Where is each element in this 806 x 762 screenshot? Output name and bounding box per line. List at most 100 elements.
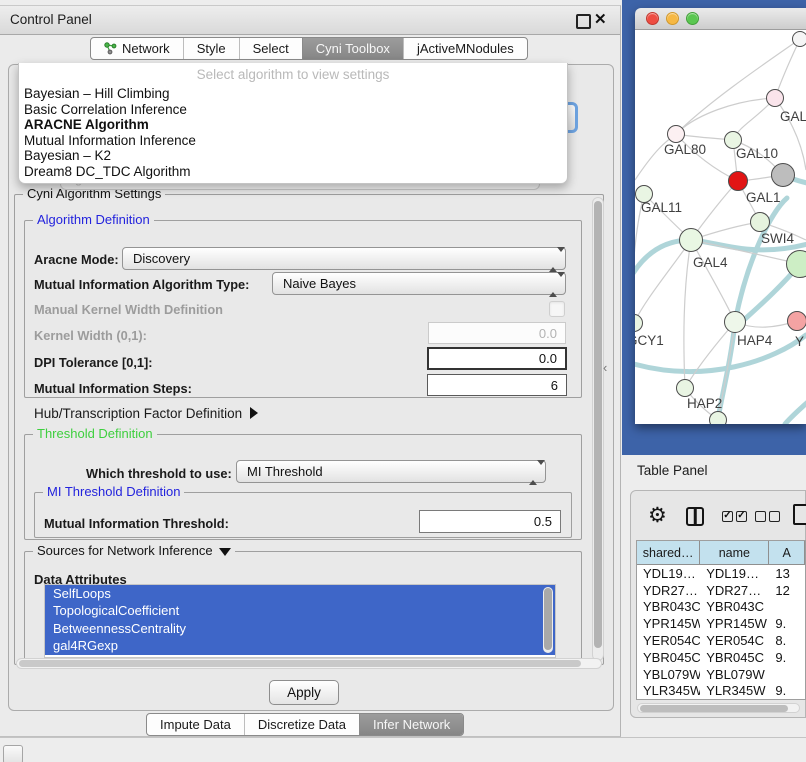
zoom-traffic-light-icon[interactable] bbox=[686, 12, 699, 25]
checked-box-icon: ✓ bbox=[722, 511, 733, 522]
settings-vertical-scrollbar[interactable] bbox=[592, 197, 604, 661]
mi-type-combo[interactable]: Naive Bayes bbox=[272, 272, 566, 295]
settings-horizontal-scrollbar-thumb[interactable] bbox=[19, 660, 581, 667]
tab-cyni-toolbox[interactable]: Cyni Toolbox bbox=[302, 38, 403, 59]
table-row[interactable]: YBR045CYBR045C9. bbox=[637, 649, 805, 666]
table-row[interactable]: YDR27…YDR27…12 bbox=[637, 582, 805, 599]
deselect-all-checkboxes-icon[interactable] bbox=[755, 511, 780, 522]
unchecked-box-icon bbox=[755, 511, 766, 522]
minimize-traffic-light-icon[interactable] bbox=[666, 12, 679, 25]
column-header[interactable]: name bbox=[700, 541, 769, 565]
table-panel-title: Table Panel bbox=[637, 463, 708, 478]
table-cell: 12 bbox=[769, 582, 805, 599]
attribute-item[interactable]: BetweennessCentrality bbox=[45, 620, 555, 637]
tab-select[interactable]: Select bbox=[239, 38, 302, 59]
gear-icon[interactable]: ⚙ bbox=[648, 503, 667, 528]
table-cell: 13 bbox=[769, 565, 805, 582]
unchecked-box-icon bbox=[769, 511, 780, 522]
sources-legend[interactable]: Sources for Network Inference bbox=[33, 543, 235, 558]
network-canvas[interactable]: GALGAL80GAL10GAL1GAL11SWI4GAL4GCY1HAP4YH… bbox=[635, 30, 806, 424]
apply-button[interactable]: Apply bbox=[269, 680, 339, 705]
hub-definition-toggle[interactable]: Hub/Transcription Factor Definition bbox=[34, 406, 258, 421]
network-node[interactable] bbox=[679, 228, 703, 252]
close-icon[interactable]: ✕ bbox=[594, 10, 607, 28]
table-cell: YDR27… bbox=[637, 582, 700, 599]
data-attributes-list[interactable]: SelfLoopsTopologicalCoefficientBetweenne… bbox=[44, 584, 556, 658]
table-row[interactable]: YER054CYER054C8. bbox=[637, 632, 805, 649]
control-panel-titlebar: Control Panel ✕ bbox=[0, 6, 620, 35]
sources-legend-text: Sources for Network Inference bbox=[37, 543, 213, 558]
select-all-checkboxes-icon[interactable]: ✓ ✓ bbox=[722, 511, 747, 522]
node-label-gal11: GAL11 bbox=[641, 200, 682, 215]
dpi-tolerance-field[interactable]: 0.0 bbox=[427, 347, 567, 370]
columns-icon[interactable] bbox=[686, 507, 704, 526]
mi-steps-field[interactable]: 6 bbox=[427, 374, 567, 396]
tab-impute-data[interactable]: Impute Data bbox=[147, 714, 244, 735]
float-window-icon[interactable] bbox=[576, 14, 591, 29]
table-row[interactable]: YIL052CYIL052C9 bbox=[637, 699, 805, 700]
table-cell: YER054C bbox=[700, 632, 769, 649]
panel-splitter-handle[interactable]: ‹ bbox=[603, 360, 607, 375]
network-node[interactable] bbox=[786, 250, 806, 278]
tab-infer-network[interactable]: Infer Network bbox=[359, 714, 463, 735]
algorithm-option[interactable]: Mutual Information Inference bbox=[19, 133, 567, 149]
network-node[interactable] bbox=[792, 31, 806, 47]
stepper-icon bbox=[549, 252, 558, 267]
algorithm-option[interactable]: Basic Correlation Inference bbox=[19, 102, 567, 118]
network-node[interactable] bbox=[709, 411, 727, 424]
network-node[interactable] bbox=[771, 163, 795, 187]
tab-network[interactable]: Network bbox=[91, 38, 183, 59]
table-row[interactable]: YLR345WYLR345W9. bbox=[637, 683, 805, 700]
aracne-mode-value: Discovery bbox=[133, 251, 190, 266]
column-header[interactable]: A bbox=[769, 541, 805, 565]
network-node[interactable] bbox=[676, 379, 694, 397]
table-cell: 9 bbox=[769, 699, 805, 700]
table-cell: 9. bbox=[769, 683, 805, 700]
attribute-item[interactable]: TopologicalCoefficient bbox=[45, 602, 555, 619]
tab-label: Select bbox=[253, 41, 289, 56]
algorithm-option[interactable]: Bayesian – Hill Climbing bbox=[19, 86, 567, 102]
network-window-titlebar[interactable] bbox=[635, 8, 806, 30]
network-node[interactable] bbox=[766, 89, 784, 107]
tab-label: Cyni Toolbox bbox=[316, 41, 390, 56]
settings-vertical-scrollbar-thumb[interactable] bbox=[594, 201, 602, 648]
network-node[interactable] bbox=[667, 125, 685, 143]
table-body: YDL19…YDL19…13YDR27…YDR27…12YBR043CYBR04… bbox=[637, 565, 805, 700]
network-node[interactable] bbox=[787, 311, 806, 331]
table-row[interactable]: YPR145WYPR145W9. bbox=[637, 615, 805, 632]
mi-threshold-field[interactable]: 0.5 bbox=[419, 510, 561, 533]
table-cell: YER054C bbox=[637, 632, 700, 649]
tab-style[interactable]: Style bbox=[183, 38, 239, 59]
table-horizontal-scrollbar[interactable] bbox=[637, 703, 800, 713]
network-node[interactable] bbox=[728, 171, 748, 191]
aracne-mode-combo[interactable]: Discovery bbox=[122, 247, 566, 270]
attributes-scrollbar[interactable] bbox=[543, 587, 553, 653]
table-cell: YPR145W bbox=[700, 615, 769, 632]
attribute-item[interactable]: SelfLoops bbox=[45, 585, 555, 602]
algorithm-option[interactable]: Dream8 DC_TDC Algorithm bbox=[19, 164, 567, 180]
table-row[interactable]: YBR043CYBR043C bbox=[637, 599, 805, 616]
network-node[interactable] bbox=[750, 212, 770, 232]
algorithm-option[interactable]: Bayesian – K2 bbox=[19, 148, 567, 164]
kernel-width-field[interactable]: 0.0 bbox=[428, 322, 566, 344]
network-node[interactable] bbox=[724, 311, 746, 333]
attributes-scrollbar-thumb[interactable] bbox=[544, 588, 552, 650]
tab-jactivemnodules[interactable]: jActiveMNodules bbox=[403, 38, 527, 59]
table-cell: YBR045C bbox=[700, 649, 769, 666]
settings-horizontal-scrollbar[interactable] bbox=[16, 658, 602, 669]
mini-corner-button[interactable] bbox=[3, 745, 23, 762]
table-horizontal-scrollbar-thumb[interactable] bbox=[640, 705, 788, 712]
attribute-item[interactable]: gal4RGexp bbox=[45, 637, 555, 654]
close-traffic-light-icon[interactable] bbox=[646, 12, 659, 25]
algorithm-option[interactable]: ARACNE Algorithm bbox=[19, 117, 567, 133]
table-row[interactable]: YBL079WYBL079W bbox=[637, 666, 805, 683]
which-threshold-combo[interactable]: MI Threshold bbox=[236, 460, 546, 483]
manual-kernel-checkbox[interactable] bbox=[549, 301, 565, 317]
bottom-tabbar: Impute DataDiscretize DataInfer Network bbox=[146, 713, 464, 736]
algorithm-dropdown-prompt: Select algorithm to view settings bbox=[19, 63, 567, 86]
table-row[interactable]: YDL19…YDL19…13 bbox=[637, 565, 805, 582]
tab-discretize-data[interactable]: Discretize Data bbox=[244, 714, 359, 735]
document-icon[interactable] bbox=[793, 504, 806, 525]
control-panel-tabbar: NetworkStyle Select Cyni Toolbox jActiveMNo… bbox=[90, 37, 528, 60]
column-header[interactable]: shared… bbox=[637, 541, 700, 565]
